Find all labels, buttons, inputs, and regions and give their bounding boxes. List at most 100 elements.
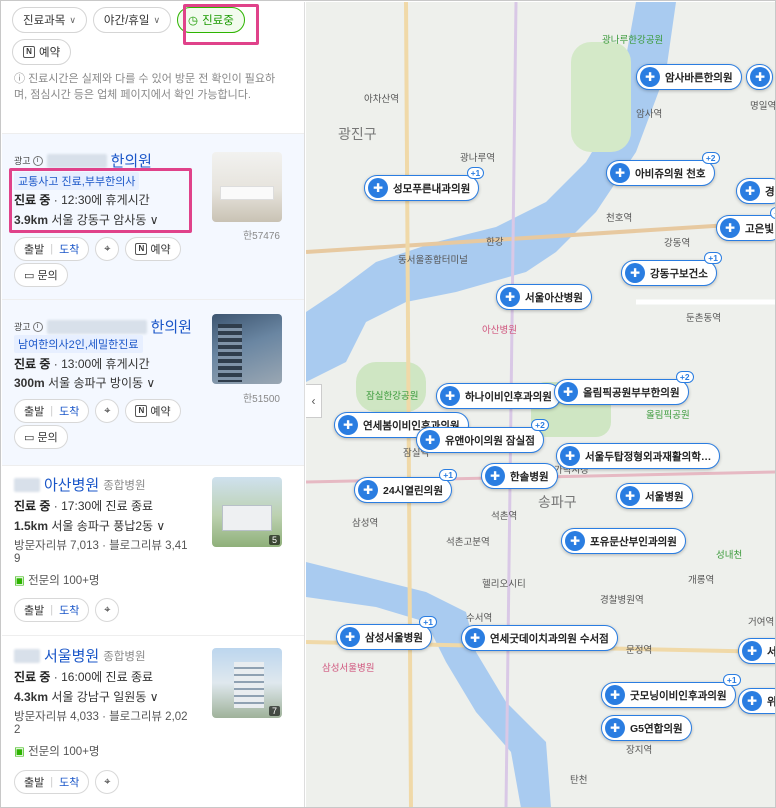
thumbnail-image[interactable] — [212, 314, 282, 384]
map-pin-marker[interactable]: ✚ 포유문산부인과의원 — [561, 528, 686, 554]
map-pin-marker[interactable]: ✚ 서울병원 — [616, 483, 693, 509]
review-counts-wrap: 2 — [14, 724, 21, 736]
map-pin-marker[interactable]: ✚ 굿모닝이비인후과의원 +1 — [601, 674, 741, 708]
map-pin-marker[interactable]: ✚ 암사바른한의원 — [636, 64, 742, 90]
map-pin-marker[interactable]: ✚ 삼성서울병원 +1 — [336, 616, 437, 650]
action-row-2: ▭ 문의 — [14, 425, 68, 449]
map-pin-marker[interactable]: ✚ 강동구보건소 +1 — [621, 252, 722, 286]
action-row: 출발 | 도착 ⌖ — [14, 770, 120, 794]
info-icon: i — [32, 155, 43, 166]
route-button[interactable]: 출발 | 도착 — [14, 598, 90, 622]
filter-night-dropdown[interactable]: 야간/휴일 ∨ — [92, 7, 172, 33]
road-shape — [404, 2, 413, 807]
inquiry-button[interactable]: ▭ 문의 — [14, 425, 68, 449]
location-line[interactable]: 300m 서울 송파구 방이동 ∨ — [14, 374, 155, 391]
map-pin-marker[interactable]: ✚ 24시열린의원 +1 — [354, 469, 457, 503]
status-label: 진료 중 — [14, 499, 51, 513]
panel-collapse-button[interactable]: ‹ — [306, 384, 322, 418]
map-pin-button[interactable]: ⌖ — [95, 237, 120, 261]
hospital-icon: ✚ — [742, 691, 762, 711]
map-pin-marker[interactable]: ✚ 서울아산병원 — [496, 284, 592, 310]
location-line[interactable]: 4.3km 서울 강남구 일원동 ∨ — [14, 688, 159, 705]
filter-subject-dropdown[interactable]: 진료과목 ∨ — [12, 7, 87, 33]
address: 서울 송파구 풍납2동 — [51, 519, 154, 533]
map-pin-button[interactable]: ⌖ — [95, 770, 120, 794]
pin-label: 고은빛 — [745, 222, 774, 235]
blurred-name — [46, 153, 107, 168]
reserve-label: 예약 — [150, 406, 171, 418]
reserve-button[interactable]: N 예약 — [125, 237, 181, 261]
filter-bar: 진료과목 ∨ 야간/휴일 ∨ ◷ 진료중 — [12, 7, 245, 33]
map-pin-marker[interactable]: ✚ 위 — [738, 688, 775, 714]
route-button[interactable]: 출발 | 도착 — [14, 237, 90, 261]
pin-label: 서울아산병원 — [525, 291, 583, 304]
place-name-link[interactable]: 한의원 — [151, 316, 192, 337]
map-pin-marker[interactable]: ✚ 한솔병원 — [481, 463, 558, 489]
hospital-icon: ✚ — [720, 218, 740, 238]
map-pin-button[interactable]: ⌖ — [95, 399, 120, 423]
location-line[interactable]: 1.5km 서울 송파구 풍납2동 ∨ — [14, 517, 165, 534]
map-label: 광나루한강공원 — [602, 35, 664, 46]
ad-badge: 광고 i — [14, 154, 43, 167]
pin-label: 서울두탑정형외과재활의학… — [585, 450, 712, 463]
map-pin-marker[interactable]: ✚ 서 — [738, 638, 775, 664]
action-row-2: ▭ 문의 — [14, 263, 68, 287]
map-pin-icon: ⌖ — [104, 603, 111, 616]
map-pin-button[interactable]: ⌖ — [95, 598, 120, 622]
map-label: 석촌고분역 — [446, 537, 490, 548]
blurred-name — [14, 648, 40, 663]
map-pin-marker[interactable]: ✚ 고은빛 +1 — [716, 207, 775, 241]
map-label: 아산병원 — [482, 325, 517, 336]
place-name-link[interactable]: 아산병원 — [44, 474, 99, 495]
info-icon: ⓘ — [14, 73, 29, 85]
map-pin-marker[interactable]: ✚ 아비쥬의원 천호 +2 — [606, 152, 720, 186]
inquiry-button[interactable]: ▭ 문의 — [14, 263, 68, 287]
route-button[interactable]: 출발 | 도착 — [14, 770, 90, 794]
pin-label: 강동구보건소 — [650, 267, 708, 280]
review-counts-wrap: 9 — [14, 553, 21, 565]
chevron-down-icon: ∨ — [146, 376, 156, 390]
place-name-link[interactable]: 서울병원 — [44, 645, 99, 666]
map-pin-marker[interactable]: ✚ 유앤아이의원 잠실점 +2 — [416, 419, 549, 453]
hospital-icon: ✚ — [750, 67, 770, 87]
hospital-icon: ✚ — [620, 486, 640, 506]
filter-night-label: 야간/휴일 — [103, 15, 150, 27]
status-detail: · 12:30에 휴게시간 — [50, 193, 150, 207]
thumbnail-image[interactable] — [212, 152, 282, 222]
park-shape — [356, 362, 426, 412]
info-icon: i — [32, 321, 43, 332]
list-item[interactable]: 아산병원 종합병원 진료 중 · 17:30에 진료 종료 1.5km 서울 송… — [2, 465, 304, 635]
filter-open-now-toggle[interactable]: ◷ 진료중 — [177, 7, 245, 33]
thumbnail-image[interactable]: 5 — [212, 477, 282, 547]
map-pin-marker[interactable]: ✚ 올림픽공원부부한의원 +2 — [554, 371, 694, 405]
chat-icon: ▭ — [24, 431, 35, 444]
hospital-icon: ✚ — [500, 287, 520, 307]
pin-label: 암사바른한의원 — [665, 71, 733, 84]
thumbnail-image[interactable]: 7 — [212, 648, 282, 718]
map-label: 둔촌동역 — [686, 313, 721, 324]
map-pin-marker[interactable]: ✚ G5연합의원 — [601, 715, 692, 741]
map-pin-marker[interactable]: ✚ — [746, 64, 773, 90]
location-line[interactable]: 3.9km 서울 강동구 암사동 ∨ — [14, 211, 159, 228]
inquiry-label: 문의 — [37, 270, 58, 282]
clock-icon: ◷ — [188, 15, 199, 27]
map-pin-marker[interactable]: ✚ 경 — [736, 178, 775, 204]
category: 종합병원 — [103, 479, 146, 492]
map-pin-marker[interactable]: ✚ 연세굿데이치과의원 수서점 — [461, 625, 618, 651]
map-pin-marker[interactable]: ✚ 성모푸른내과의원 +1 — [364, 167, 485, 201]
map-label: 광나루역 — [460, 153, 495, 164]
status-line: 진료 중 · 13:00에 휴게시간 — [14, 355, 150, 372]
list-item[interactable]: 서울병원 종합병원 진료 중 · 16:00에 진료 종료 4.3km 서울 강… — [2, 635, 304, 807]
filter-reserve-toggle[interactable]: N 예약 — [12, 39, 72, 65]
reserve-button[interactable]: N 예약 — [125, 399, 181, 423]
list-item[interactable]: 광고 i 한의원 남여한의사2인,세밀한진료 진료 중 · 13:00에 휴게시간… — [2, 299, 304, 465]
map-pin-icon: ⌖ — [104, 775, 111, 788]
map-view[interactable]: 광진구 송파구 아차산역 광나루역 천호역 강동역 잠실역 석촌역 삼성역 수서… — [306, 2, 775, 807]
map-pin-marker[interactable]: ✚ 서울두탑정형외과재활의학… — [556, 443, 721, 469]
route-button[interactable]: 출발 | 도착 — [14, 399, 90, 423]
status-detail: · 13:00에 휴게시간 — [50, 357, 150, 371]
list-item[interactable]: 광고 i 한의원 교통사고 진료,부부한의사 진료 중 · 12:30에 휴게시간… — [2, 133, 304, 299]
place-name-link[interactable]: 한의원 — [111, 150, 152, 171]
map-pin-marker[interactable]: ✚ 하나이비인후과의원 — [436, 383, 561, 409]
hospital-icon: ✚ — [340, 627, 360, 647]
